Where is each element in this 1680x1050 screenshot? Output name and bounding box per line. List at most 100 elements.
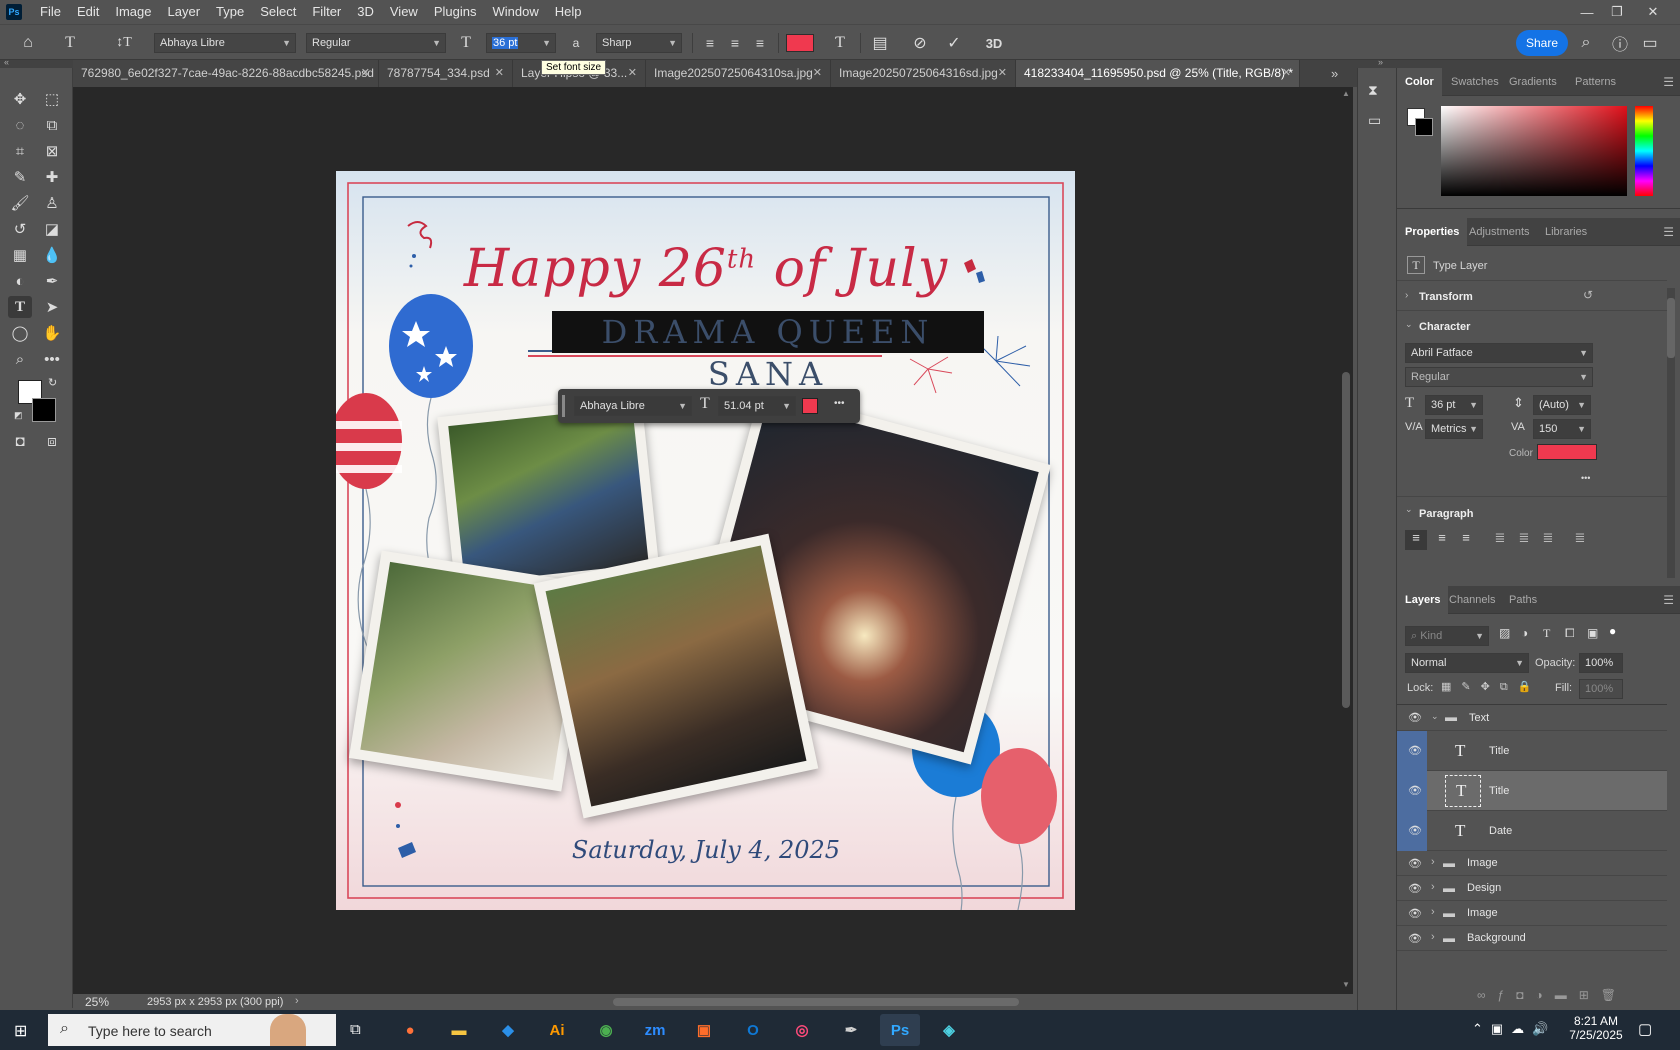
scroll-thumb[interactable] — [1342, 372, 1350, 708]
character-style-select[interactable]: Regular ▼ — [1405, 367, 1593, 387]
menu-type[interactable]: Type — [208, 0, 252, 24]
filter-type-icon[interactable]: T — [1543, 626, 1550, 641]
collapse-right-icon[interactable]: » — [1378, 57, 1383, 67]
opacity-input[interactable]: 100% — [1579, 653, 1623, 673]
drag-handle[interactable] — [562, 395, 565, 417]
healing-brush-tool-icon[interactable]: ✚ — [40, 166, 64, 188]
close-icon[interactable]: ✕ — [813, 60, 822, 87]
date-text[interactable]: Saturday, July 4, 2025 — [496, 836, 916, 864]
collapse-left-icon[interactable]: « — [4, 57, 9, 67]
help-icon[interactable]: ⓘ — [1610, 33, 1630, 54]
paragraph-align-center-icon[interactable]: ≡ — [1431, 530, 1453, 550]
blur-tool-icon[interactable]: 💧 — [40, 244, 64, 266]
taskbar-app-zoom[interactable]: zm — [635, 1014, 675, 1046]
commit-check-icon[interactable]: ✓ — [944, 33, 964, 53]
align-right-icon[interactable]: ≡ — [750, 33, 770, 53]
headline-text[interactable]: Happy 26th of July — [446, 239, 966, 299]
tab-channels[interactable]: Channels — [1441, 586, 1503, 614]
font-style-select[interactable]: Regular ▼ — [306, 33, 446, 53]
taskbar-app-photoshop[interactable]: Ps — [880, 1014, 920, 1046]
system-tray-icons[interactable]: ⌃▣☁🔊 — [1472, 1021, 1556, 1037]
move-tool-icon[interactable]: ✥ — [8, 88, 32, 110]
type-tool-icon[interactable]: T — [8, 296, 32, 318]
layer-row-selected[interactable]: 👁 T Title — [1397, 771, 1667, 811]
menu-layer[interactable]: Layer — [160, 0, 209, 24]
document-tab[interactable]: 78787754_334.psd ✕ — [379, 60, 513, 87]
layer-row[interactable]: 👁 › ▬ Background — [1397, 926, 1667, 951]
tab-patterns[interactable]: Patterns — [1567, 68, 1624, 96]
visibility-eye-icon[interactable]: 👁 — [1405, 932, 1425, 945]
vertical-scrollbar[interactable]: ▲ ▼ — [1339, 87, 1353, 994]
filter-smart-object-icon[interactable]: ▣ — [1587, 626, 1598, 640]
tab-color[interactable]: Color — [1397, 68, 1442, 96]
background-color-swatch[interactable] — [32, 398, 56, 422]
tab-adjustments[interactable]: Adjustments — [1461, 218, 1538, 246]
taskbar-app-orange[interactable]: ▣ — [684, 1014, 724, 1046]
eraser-tool-icon[interactable]: ◪ — [40, 218, 64, 240]
zoom-tool-icon[interactable]: ⌕ — [8, 348, 32, 370]
filter-shape-icon[interactable]: ⧠ — [1565, 626, 1575, 641]
align-center-icon[interactable]: ≡ — [725, 33, 745, 53]
menu-view[interactable]: View — [382, 0, 426, 24]
search-icon[interactable]: ⌕ — [1576, 33, 1596, 53]
warp-text-icon[interactable]: Ƭ — [830, 33, 850, 53]
tab-gradients[interactable]: Gradients — [1501, 68, 1565, 96]
home-icon[interactable]: ⌂ — [18, 33, 38, 53]
justify-right-icon[interactable]: ≣ — [1537, 530, 1559, 550]
taskbar-app-firefox[interactable]: ● — [390, 1014, 430, 1046]
taskbar-app-pen-tool[interactable]: ✒ — [831, 1014, 871, 1046]
panel-menu-icon[interactable]: ☰ — [1663, 593, 1674, 607]
clone-stamp-tool-icon[interactable]: ♙ — [40, 192, 64, 214]
more-options-icon[interactable]: ••• — [834, 398, 845, 409]
close-icon[interactable]: ✕ — [998, 60, 1007, 87]
tab-swatches[interactable]: Swatches — [1443, 68, 1507, 96]
quick-mask-icon[interactable]: ◘ — [8, 430, 32, 452]
taskbar-search-box[interactable]: ⌕ Type here to search — [48, 1014, 336, 1046]
document-tab[interactable]: Image20250725064310sa.jpg ✕ — [646, 60, 831, 87]
blend-mode-select[interactable]: Normal ▼ — [1405, 653, 1529, 673]
taskbar-app-illustrator[interactable]: Ai — [537, 1014, 577, 1046]
menu-select[interactable]: Select — [252, 0, 304, 24]
taskbar-app-vscode[interactable]: ◆ — [488, 1014, 528, 1046]
document-tab-active[interactable]: 418233404_11695950.psd @ 25% (Title, RGB… — [1016, 60, 1300, 87]
document-tab[interactable]: 762980_6e02f327-7cae-49ac-8226-88acdbc58… — [73, 60, 379, 87]
path-selection-tool-icon[interactable]: ➤ — [40, 296, 64, 318]
menu-edit[interactable]: Edit — [69, 0, 107, 24]
chevron-right-icon[interactable]: › — [1431, 881, 1435, 893]
layer-row[interactable]: 👁 › ▬ Image — [1397, 851, 1667, 876]
history-panel-icon[interactable]: ⧗ — [1368, 82, 1378, 99]
history-brush-tool-icon[interactable]: ↺ — [8, 218, 32, 240]
comments-panel-icon[interactable]: ▭ — [1368, 112, 1381, 129]
taskbar-app-chrome[interactable]: ◉ — [586, 1014, 626, 1046]
screen-mode-icon[interactable]: ⧈ — [40, 430, 64, 452]
chevron-right-icon[interactable]: › — [1431, 906, 1435, 918]
tracking-input[interactable]: 150 ▼ — [1533, 419, 1591, 439]
panel-menu-icon[interactable]: ☰ — [1663, 75, 1674, 89]
restore-button[interactable]: ❐ — [1602, 0, 1632, 24]
hue-slider[interactable] — [1635, 106, 1653, 196]
chevron-down-icon[interactable]: ⌄ — [1431, 711, 1439, 722]
hand-tool-icon[interactable]: ✋ — [40, 322, 64, 344]
scroll-up-icon[interactable]: ▲ — [1342, 89, 1350, 98]
marquee-tool-icon[interactable]: ⬚ — [40, 88, 64, 110]
visibility-eye-icon[interactable]: 👁 — [1405, 784, 1425, 797]
visibility-eye-icon[interactable]: 👁 — [1405, 824, 1425, 837]
menu-filter[interactable]: Filter — [304, 0, 349, 24]
paragraph-section-label[interactable]: Paragraph — [1419, 508, 1473, 520]
chevron-right-icon[interactable]: › — [1405, 290, 1408, 301]
layer-row[interactable]: 👁 T Date — [1397, 811, 1667, 851]
close-window-button[interactable]: ✕ — [1638, 0, 1668, 24]
ctx-color-swatch[interactable] — [802, 398, 818, 414]
layer-filter-kind[interactable]: ⌕ Kind ▼ — [1405, 626, 1489, 646]
justify-left-icon[interactable]: ≣ — [1489, 530, 1511, 550]
more-tools-icon[interactable]: ••• — [40, 348, 64, 370]
object-select-tool-icon[interactable]: ⧉ — [40, 114, 64, 136]
menu-image[interactable]: Image — [107, 0, 159, 24]
dodge-tool-icon[interactable]: ◐ — [8, 270, 32, 292]
layers-footer-icons[interactable]: ∞ƒ◘◑▬⊞🗑 — [1477, 988, 1628, 1002]
document-tab[interactable]: Image20250725064316sd.jpg ✕ — [831, 60, 1016, 87]
tab-libraries[interactable]: Libraries — [1537, 218, 1595, 246]
workspace-icon[interactable]: ▭ — [1640, 33, 1660, 53]
layer-row[interactable]: 👁 T Title — [1397, 731, 1667, 771]
type-tool-preset-icon[interactable]: T — [60, 33, 80, 53]
